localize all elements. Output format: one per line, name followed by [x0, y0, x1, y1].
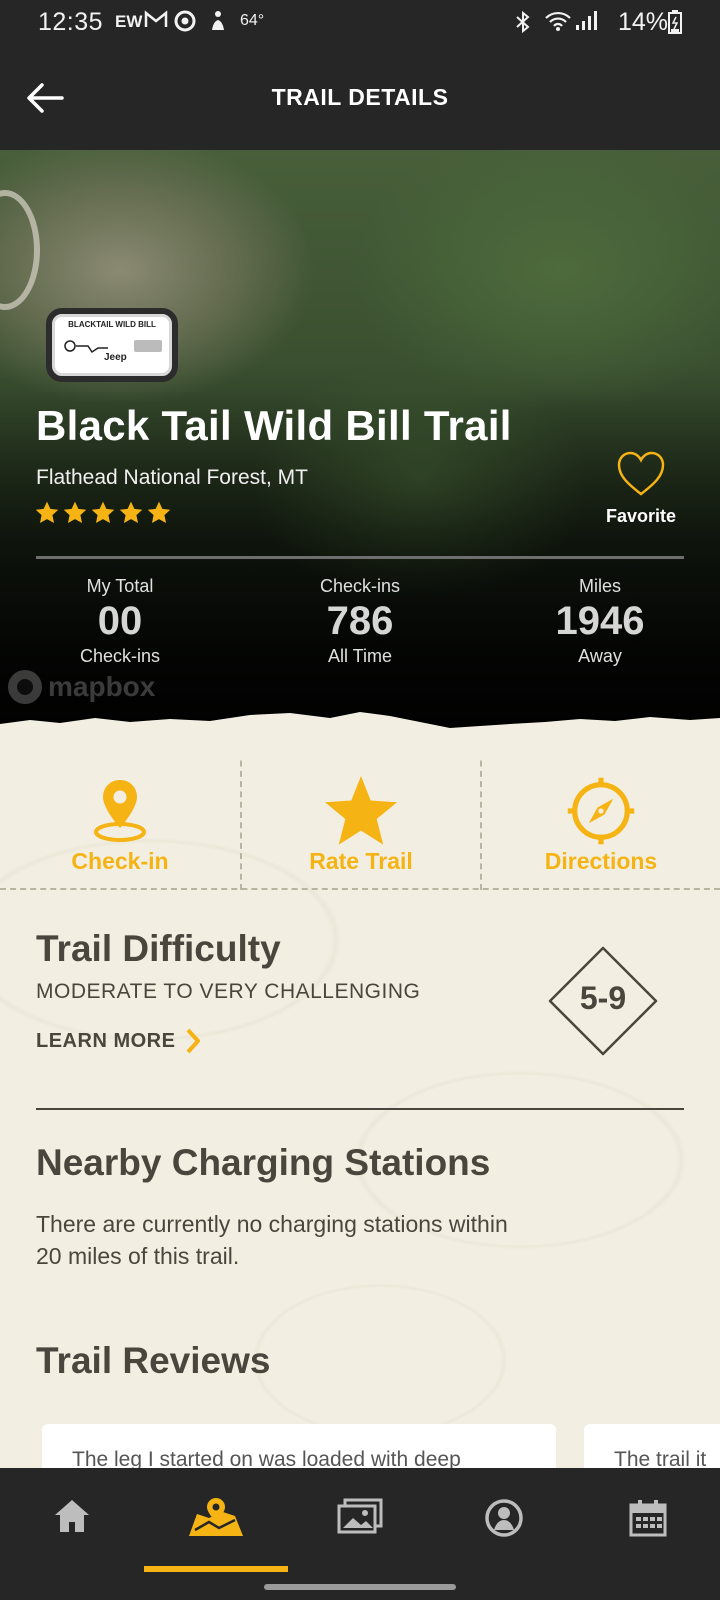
- review-text: The leg I started on was loaded with dee…: [72, 1448, 461, 1468]
- chevron-right-icon: [186, 1028, 201, 1054]
- charging-stations-section: Nearby Charging Stations There are curre…: [36, 1142, 686, 1272]
- checkin-button[interactable]: Check-in: [0, 740, 240, 890]
- badge-brand: Jeep: [104, 352, 127, 363]
- stat-sublabel: All Time: [327, 646, 392, 666]
- charging-title: Nearby Charging Stations: [36, 1142, 491, 1183]
- star-icon: [91, 501, 115, 523]
- signal-icon: [574, 10, 598, 38]
- action-row: Check-in Rate Trail Directions: [0, 740, 720, 890]
- reviews-title: Trail Reviews: [36, 1340, 271, 1381]
- star-icon: [147, 501, 171, 523]
- trail-badge-logo: BLACKTAIL WILD BILL Jeep: [46, 308, 178, 382]
- gesture-handle[interactable]: [264, 1584, 456, 1590]
- wifi-icon: [544, 10, 572, 38]
- heart-icon: [617, 451, 665, 496]
- notification-figure-icon: [208, 10, 228, 38]
- map-pin-icon: [94, 780, 146, 842]
- target-icon: [174, 10, 196, 38]
- page-title: TRAIL DETAILS: [271, 84, 449, 110]
- learn-more-label: LEARN MORE: [36, 1029, 176, 1052]
- torn-paper-edge: [0, 712, 720, 760]
- stat-value: 00: [97, 599, 143, 643]
- nav-gallery[interactable]: [288, 1468, 432, 1572]
- profile-icon: [485, 1499, 523, 1537]
- bluetooth-icon: [514, 10, 532, 40]
- nav-profile[interactable]: [432, 1468, 576, 1572]
- battery-percent: 14%: [617, 8, 668, 36]
- trail-map-icon: [189, 1498, 243, 1536]
- badge-name: BLACKTAIL WILD BILL: [68, 320, 156, 329]
- rate-trail-label: Rate Trail: [309, 848, 413, 874]
- system-gesture-area: [0, 1572, 720, 1600]
- star-icon: [35, 501, 59, 523]
- calendar-icon: [629, 1500, 667, 1537]
- status-time: 12:35: [38, 8, 104, 36]
- compass-icon: [567, 777, 635, 845]
- carrier-badge: EW: [115, 12, 143, 31]
- stat-my-checkins: My Total 00 Check-ins: [0, 576, 240, 667]
- trail-rating: [34, 500, 172, 526]
- stat-all-checkins: Check-ins 786 All Time: [240, 576, 480, 667]
- stat-value: 786: [326, 599, 394, 643]
- section-divider: [36, 1108, 684, 1110]
- charging-message: There are currently no charging stations…: [36, 1211, 508, 1269]
- battery-icon: [668, 10, 682, 40]
- photo-gallery-icon: [337, 1498, 383, 1534]
- trail-location: Flathead National Forest, MT: [36, 466, 308, 489]
- trail-hero-map: BLACKTAIL WILD BILL Jeep Black Tail Wild…: [0, 150, 720, 750]
- bottom-navigation: [0, 1468, 720, 1572]
- nav-calendar[interactable]: [576, 1468, 720, 1572]
- checkin-label: Check-in: [71, 848, 169, 874]
- trail-name: Black Tail Wild Bill Trail: [36, 402, 512, 449]
- mapbox-attribution[interactable]: mapbox: [8, 670, 155, 704]
- directions-button[interactable]: Directions: [480, 740, 720, 890]
- app-header: TRAIL DETAILS: [0, 48, 720, 150]
- stat-label: Check-ins: [319, 576, 401, 596]
- mail-icon: [144, 10, 168, 36]
- stat-sublabel: Away: [578, 646, 622, 666]
- hero-divider: [36, 556, 684, 559]
- stat-label: Miles: [578, 576, 621, 596]
- trail-content: Check-in Rate Trail Directions Trail Dif…: [0, 740, 720, 1468]
- rate-trail-button[interactable]: Rate Trail: [240, 740, 480, 890]
- review-card[interactable]: The trail it: [584, 1424, 720, 1468]
- trail-reviews-section: Trail Reviews: [36, 1340, 686, 1382]
- status-bar: 12:35 EW 64° 14%: [0, 0, 720, 48]
- badge-tag: [134, 340, 162, 352]
- directions-label: Directions: [544, 848, 658, 874]
- map-road: [0, 190, 40, 310]
- stat-value: 1946: [555, 599, 645, 643]
- mapbox-text: mapbox: [48, 671, 156, 702]
- favorite-button[interactable]: Favorite: [596, 450, 686, 536]
- stat-miles-away: Miles 1946 Away: [480, 576, 720, 667]
- learn-more-link[interactable]: LEARN MORE: [36, 1028, 201, 1054]
- star-icon: [63, 501, 87, 523]
- star-icon: [119, 501, 143, 523]
- star-icon: [325, 776, 397, 845]
- status-temperature: 64°: [240, 12, 265, 29]
- home-icon: [55, 1500, 89, 1532]
- difficulty-rating-badge: 5-9: [548, 946, 658, 1056]
- favorite-label: Favorite: [605, 506, 677, 526]
- stat-label: My Total: [86, 576, 154, 596]
- nav-trails[interactable]: [144, 1468, 288, 1572]
- mapbox-logo-icon: [8, 670, 42, 704]
- review-card[interactable]: The leg I started on was loaded with dee…: [42, 1424, 556, 1468]
- review-text: The trail it: [614, 1448, 707, 1468]
- nav-home[interactable]: [0, 1468, 144, 1572]
- difficulty-rating: 5-9: [579, 980, 627, 1016]
- stat-sublabel: Check-ins: [79, 646, 161, 666]
